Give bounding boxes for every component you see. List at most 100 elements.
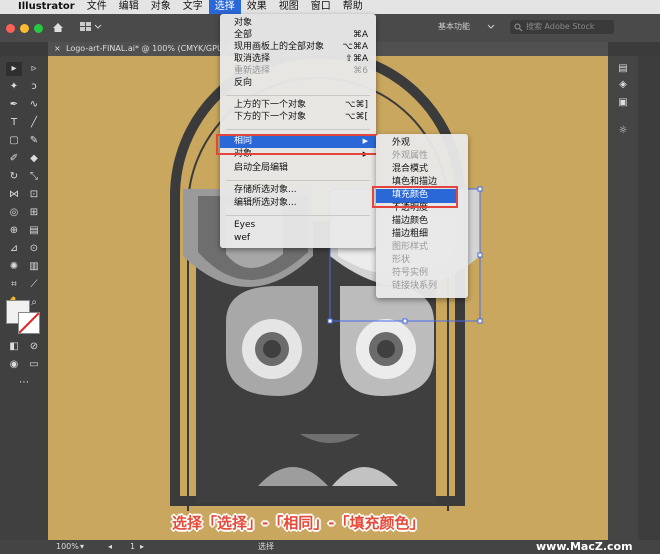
stock-search-input[interactable]: 搜索 Adobe Stock	[510, 20, 614, 34]
shape-builder-tool-icon[interactable]: ◎	[6, 206, 22, 220]
menu-file[interactable]: 文件	[81, 0, 113, 14]
menu-item-saved-wef[interactable]: wef	[234, 233, 250, 244]
direct-selection-tool-icon[interactable]: ▹	[26, 62, 42, 76]
minimize-window-button[interactable]	[20, 24, 29, 33]
menu-item-global-edit[interactable]: 启动全局编辑	[234, 163, 288, 174]
line-tool-icon[interactable]: ╱	[26, 116, 42, 130]
scale-tool-icon[interactable]: ⤡	[26, 170, 42, 184]
menu-item-reselect: 重新选择	[234, 66, 271, 76]
artboard-number-field[interactable]: 1	[130, 540, 135, 554]
watermark-text: www.MacZ.com	[536, 540, 633, 553]
panel-icons-strip: ▤ ◈ ▣ ☼	[608, 56, 638, 540]
mesh-tool-icon[interactable]: ⊕	[6, 224, 22, 238]
screen-mode-icon[interactable]: ▭	[26, 358, 42, 372]
rotate-tool-icon[interactable]: ↻	[6, 170, 22, 184]
shortcut-label: ⌘6	[353, 66, 368, 76]
symbol-sprayer-tool-icon[interactable]: ✺	[6, 260, 22, 274]
menu-separator	[226, 95, 370, 96]
fill-color-callout-box	[372, 186, 458, 208]
menu-item-object[interactable]: 对象	[234, 18, 252, 29]
chevron-down-icon[interactable]	[486, 22, 496, 32]
libraries-panel-icon[interactable]: ▣	[615, 96, 631, 110]
draw-mode-icon[interactable]: ◉	[6, 358, 22, 372]
zoom-window-button[interactable]	[34, 24, 43, 33]
menu-separator	[226, 215, 370, 216]
free-transform-tool-icon[interactable]: ⊡	[26, 188, 42, 202]
menu-item-save-selection[interactable]: 存储所选对象...	[234, 185, 297, 196]
menu-app-name[interactable]: Illustrator	[12, 0, 81, 14]
submenu-item-stroke-weight[interactable]: 描边粗细	[392, 229, 428, 240]
submenu-item-stroke-color[interactable]: 描边颜色	[392, 216, 428, 227]
apple-icon[interactable]	[0, 0, 12, 14]
submenu-item-blending-mode[interactable]: 混合模式	[392, 164, 428, 175]
selection-tool-icon[interactable]: ▸	[6, 62, 22, 76]
properties-panel-icon[interactable]: ▤	[615, 62, 631, 76]
menu-item-deselect[interactable]: 取消选择	[234, 54, 270, 65]
menu-item-next-object-below[interactable]: 下方的下一个对象	[234, 112, 306, 123]
edit-toolbar-icon[interactable]: ⋯	[16, 376, 32, 390]
chevron-down-icon[interactable]: ▾	[80, 540, 84, 554]
lasso-tool-icon[interactable]: ↄ	[26, 80, 42, 94]
arrange-documents-icon[interactable]	[80, 22, 102, 33]
submenu-item-link-block-series: 链接块系列	[392, 281, 438, 291]
select-menu-dropdown: 对象 全部 ⌘A 现用画板上的全部对象 ⌥⌘A 取消选择 ⇧⌘A 重新选择 ⌘6…	[220, 14, 376, 248]
next-artboard-icon[interactable]: ▸	[140, 540, 144, 554]
menu-bar: Illustrator 文件 编辑 对象 文字 选择 效果 视图 窗口 帮助	[0, 0, 660, 14]
workspace-switcher[interactable]: 基本功能	[438, 20, 482, 34]
graph-tool-icon[interactable]: ▥	[26, 260, 42, 274]
blend-tool-icon[interactable]: ⊙	[26, 242, 42, 256]
same-callout-box	[216, 134, 380, 155]
eraser-tool-icon[interactable]: ◆	[26, 152, 42, 166]
close-tab-icon[interactable]: ×	[54, 42, 61, 56]
layers-panel-icon[interactable]: ◈	[615, 78, 631, 92]
menu-window[interactable]: 窗口	[305, 0, 337, 14]
artboard-tool-icon[interactable]: ⌗	[6, 278, 22, 292]
menu-item-saved-eyes[interactable]: Eyes	[234, 220, 255, 231]
submenu-item-appearance[interactable]: 外观	[392, 138, 410, 149]
menu-help[interactable]: 帮助	[337, 0, 369, 14]
gradient-tool-icon[interactable]: ▤	[26, 224, 42, 238]
menu-item-next-object-above[interactable]: 上方的下一个对象	[234, 100, 306, 111]
menu-separator	[226, 180, 370, 181]
menu-object[interactable]: 对象	[145, 0, 177, 14]
search-icon	[514, 23, 523, 32]
submenu-item-graphic-style: 图形样式	[392, 242, 429, 252]
menu-separator	[226, 129, 370, 130]
menu-item-edit-selection[interactable]: 编辑所选对象...	[234, 198, 297, 209]
magic-wand-tool-icon[interactable]: ✦	[6, 80, 22, 94]
pen-tool-icon[interactable]: ✒	[6, 98, 22, 112]
menu-view[interactable]: 视图	[273, 0, 305, 14]
menu-item-inverse[interactable]: 反向	[234, 78, 252, 89]
width-tool-icon[interactable]: ⋈	[6, 188, 22, 202]
menu-edit[interactable]: 编辑	[113, 0, 145, 14]
color-mode-icon[interactable]: ◧	[6, 340, 22, 354]
menu-select[interactable]: 选择	[208, 0, 241, 14]
document-tab[interactable]: Logo-art-FINAL.ai* @ 100% (CMYK/GPU 预览)	[66, 42, 244, 56]
zoom-level-field[interactable]: 100%	[56, 540, 79, 554]
slice-tool-icon[interactable]: ⟋	[26, 278, 42, 292]
none-mode-icon[interactable]: ⊘	[26, 340, 42, 354]
submenu-item-appearance-attribute: 外观属性	[392, 151, 429, 161]
menu-item-all[interactable]: 全部	[234, 30, 252, 41]
eyedropper-tool-icon[interactable]: ⊿	[6, 242, 22, 256]
same-submenu-dropdown: 外观 外观属性 混合模式 填色和描边 填充颜色 不透明度 描边颜色 描边粗细 图…	[376, 134, 468, 298]
rectangle-tool-icon[interactable]: ▢	[6, 134, 22, 148]
paintbrush-tool-icon[interactable]: ✎	[26, 134, 42, 148]
home-icon[interactable]	[52, 22, 64, 33]
shortcut-label: ⌥⌘A	[342, 42, 368, 52]
shortcut-label: ⌥⌘[	[345, 112, 368, 122]
shaper-tool-icon[interactable]: ✐	[6, 152, 22, 166]
type-tool-icon[interactable]: T	[6, 116, 22, 130]
previous-artboard-icon[interactable]: ◂	[108, 540, 112, 554]
menu-type[interactable]: 文字	[177, 0, 209, 14]
perspective-grid-tool-icon[interactable]: ⊞	[26, 206, 42, 220]
shortcut-label: ⇧⌘A	[345, 54, 368, 64]
tools-panel: ▸ ▹ ✦ ↄ ✒ ∿ T ╱ ▢ ✎ ✐ ◆ ↻ ⤡ ⋈ ⊡ ◎ ⊞ ⊕ ▤ …	[0, 56, 48, 540]
appearance-panel-icon[interactable]: ☼	[615, 124, 631, 138]
menu-item-all-on-artboard[interactable]: 现用画板上的全部对象	[234, 42, 324, 53]
shortcut-label: ⌥⌘]	[345, 100, 368, 110]
stroke-swatch[interactable]	[18, 312, 40, 334]
menu-effect[interactable]: 效果	[241, 0, 273, 14]
curvature-tool-icon[interactable]: ∿	[26, 98, 42, 112]
close-window-button[interactable]	[6, 24, 15, 33]
